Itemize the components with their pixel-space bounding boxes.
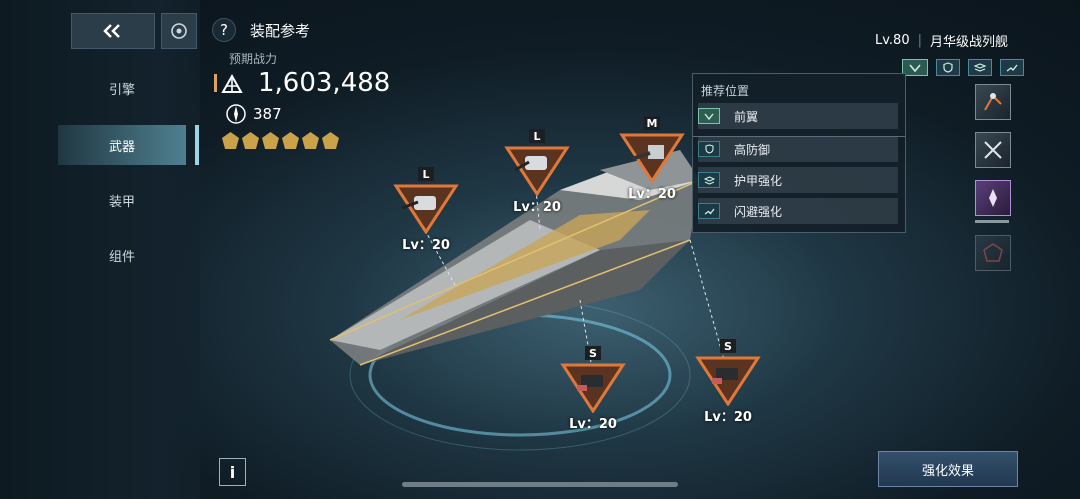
weapon-slot-icon[interactable] xyxy=(975,132,1011,168)
slot-size-badge: M xyxy=(644,116,660,130)
ship-info: Lv.80 | 月华级战列舰 xyxy=(875,31,1008,50)
recommend-popup: 推荐位置 前翼 高防御 护甲强化 闪避强化 xyxy=(692,73,906,233)
shield-icon[interactable] xyxy=(936,59,960,76)
slot-size-badge: L xyxy=(418,167,434,181)
armor-slot-icon[interactable] xyxy=(975,180,1011,216)
slot-size-badge: L xyxy=(529,129,545,143)
side-category-icons xyxy=(975,84,1011,271)
weapon-slot-large-2[interactable]: L Lv：20 xyxy=(503,129,571,215)
separator: | xyxy=(917,33,922,48)
ship-level: Lv.80 xyxy=(874,33,910,48)
enhance-effect-label: 强化效果 xyxy=(921,463,974,479)
ship-attribute-icons xyxy=(902,59,1024,76)
slot-size-badge: S xyxy=(720,339,736,353)
ship-name: 月华级战列舰 xyxy=(929,35,1008,50)
popup-row-label: 前翼 xyxy=(734,109,759,124)
layers-icon xyxy=(698,172,720,188)
cannon-icon xyxy=(619,133,685,184)
popup-row-high-defense: 高防御 xyxy=(698,136,898,162)
selected-indicator xyxy=(975,220,1009,223)
chevron-down-icon xyxy=(698,108,720,124)
slot-level: Lv：20 xyxy=(628,187,676,202)
slot-level: Lv：20 xyxy=(569,417,617,432)
layers-icon[interactable] xyxy=(968,59,992,76)
popup-row-label: 高防御 xyxy=(734,142,771,157)
dodge-icon xyxy=(698,203,720,219)
weapon-slot-small-1[interactable]: S Lv：20 xyxy=(559,346,627,432)
popup-heading: 推荐位置 xyxy=(701,84,750,98)
weapon-slot-large-1[interactable]: L Lv：20 xyxy=(392,167,460,253)
engine-slot-icon[interactable] xyxy=(975,84,1011,120)
component-slot-icon[interactable] xyxy=(975,235,1011,271)
horizontal-scrollbar[interactable] xyxy=(402,482,678,487)
turret-icon xyxy=(393,184,459,235)
slot-level: Lv：20 xyxy=(513,200,561,215)
slot-level: Lv：20 xyxy=(704,410,752,425)
popup-row-armor: 护甲强化 xyxy=(698,167,898,193)
turret-icon xyxy=(504,146,570,197)
gun-icon xyxy=(695,356,761,407)
shield-icon xyxy=(698,141,720,157)
enhance-effect-button[interactable]: 强化效果 xyxy=(878,451,1018,487)
gun-icon xyxy=(560,363,626,414)
popup-row-front-wing: 前翼 xyxy=(698,103,898,129)
dodge-icon[interactable] xyxy=(1000,59,1024,76)
weapon-slot-medium[interactable]: M Lv：20 xyxy=(618,116,686,202)
popup-row-label: 闪避强化 xyxy=(734,204,783,219)
slot-size-badge: S xyxy=(585,346,601,360)
popup-row-dodge: 闪避强化 xyxy=(698,198,898,224)
popup-row-label: 护甲强化 xyxy=(734,173,783,188)
slot-level: Lv：20 xyxy=(402,238,450,253)
weapon-slot-small-2[interactable]: S Lv：20 xyxy=(694,339,762,425)
